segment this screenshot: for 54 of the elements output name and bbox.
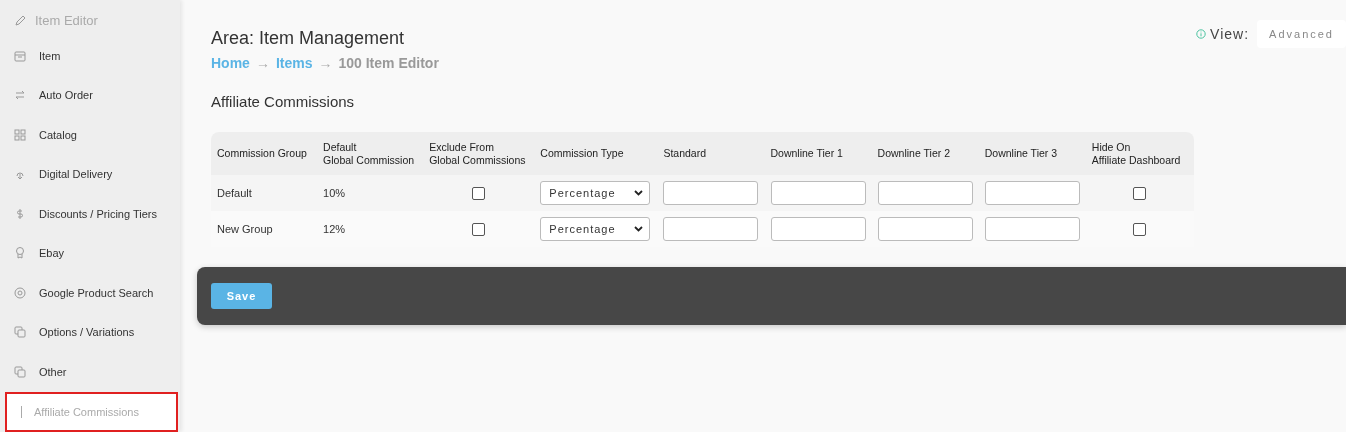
input-field[interactable] xyxy=(770,181,866,205)
commission-type-select[interactable]: Percentage xyxy=(540,181,651,205)
input-field[interactable] xyxy=(663,217,759,241)
input-field[interactable] xyxy=(770,217,866,241)
column-header: Downline Tier 2 xyxy=(871,132,979,175)
copy-icon xyxy=(13,364,27,379)
column-header: Hide On Affiliate Dashboard xyxy=(1085,132,1194,175)
table-cell: 10% xyxy=(323,187,346,199)
checkbox[interactable] xyxy=(1133,186,1147,200)
sidebar-item[interactable]: Ebay xyxy=(0,233,180,273)
checkbox[interactable] xyxy=(472,222,486,236)
column-header: Downline Tier 1 xyxy=(764,132,872,175)
input-field[interactable] xyxy=(984,181,1080,205)
sidebar-item[interactable]: Auto Order xyxy=(0,75,180,115)
input-field[interactable] xyxy=(877,217,973,241)
table-cell: New Group xyxy=(217,223,273,235)
gear-icon xyxy=(13,285,27,300)
view-mode-dropdown[interactable]: Advanced xyxy=(1257,20,1346,48)
column-header: Downline Tier 3 xyxy=(978,132,1086,175)
input-field[interactable] xyxy=(877,181,973,205)
sidebar-item[interactable]: Discounts / Pricing Tiers xyxy=(0,194,180,234)
column-header: Default Global Commission xyxy=(317,132,424,175)
column-header: Commission Type xyxy=(534,132,658,175)
page-title: Area: Item Management xyxy=(211,28,406,49)
column-header: Commission Group xyxy=(211,132,318,175)
checkbox[interactable] xyxy=(1133,222,1147,236)
arrow-separator: → xyxy=(318,55,333,71)
grid-icon xyxy=(13,127,27,142)
view-label: View: xyxy=(1210,26,1250,42)
sidebar-header: Item Editor xyxy=(35,13,98,28)
pencil-icon xyxy=(13,13,27,28)
table-cell: Default xyxy=(217,187,252,199)
arrow-separator: → xyxy=(255,55,270,71)
input-field[interactable] xyxy=(663,181,759,205)
sidebar-item[interactable]: Other xyxy=(0,352,180,392)
copy-icon xyxy=(13,325,27,340)
column-header: Exclude From Global Commissions xyxy=(423,132,535,175)
chevron-down-icon xyxy=(634,226,644,232)
info-icon xyxy=(1196,29,1207,39)
box-icon xyxy=(13,48,27,63)
sidebar-item[interactable]: Options / Variations xyxy=(0,312,180,352)
breadcrumb-current: 100 Item Editor xyxy=(338,55,439,71)
sidebar-item[interactable]: Google Product Search xyxy=(0,273,180,313)
chevron-down-icon xyxy=(634,190,644,196)
sidebar-item[interactable]: Catalog xyxy=(0,115,180,155)
checkbox[interactable] xyxy=(472,186,486,200)
table-cell: 12% xyxy=(323,223,346,235)
sidebar-item[interactable]: Digital Delivery xyxy=(0,154,180,194)
commission-type-select[interactable]: Percentage xyxy=(540,217,651,241)
input-field[interactable] xyxy=(984,217,1080,241)
column-header: Standard xyxy=(657,132,765,175)
sidebar-item[interactable]: Item xyxy=(0,36,180,76)
award-icon xyxy=(13,246,27,261)
section-title: Affiliate Commissions xyxy=(211,93,356,110)
